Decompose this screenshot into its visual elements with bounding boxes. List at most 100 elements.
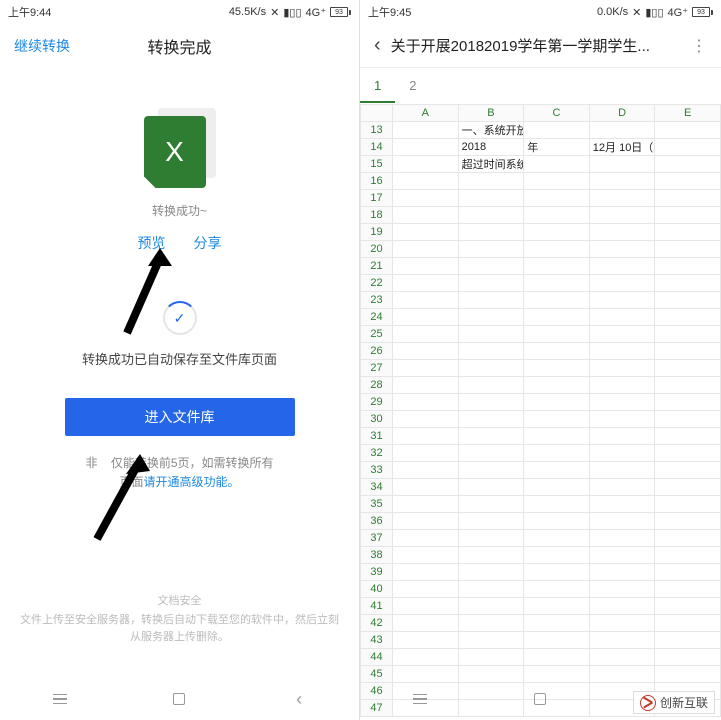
cell-C21[interactable] [524,258,590,275]
cell-D25[interactable] [589,326,655,343]
cell-A38[interactable] [393,547,459,564]
cell-A14[interactable] [393,139,459,156]
cell-A13[interactable] [393,122,459,139]
nav-home-icon[interactable] [532,691,548,707]
cell-D15[interactable] [589,156,655,173]
cell-C34[interactable] [524,479,590,496]
cell-A18[interactable] [393,207,459,224]
cell-B36[interactable] [458,513,524,530]
cell-E30[interactable] [655,411,721,428]
cell-D40[interactable] [589,581,655,598]
cell-E25[interactable] [655,326,721,343]
cell-B16[interactable] [458,173,524,190]
row-head-41[interactable]: 41 [361,598,393,615]
cell-D18[interactable] [589,207,655,224]
cell-B13[interactable]: 一、系统开放时间 [458,122,524,139]
cell-B29[interactable] [458,394,524,411]
sheet-tab-2[interactable]: 2 [395,70,430,103]
cell-D19[interactable] [589,224,655,241]
cell-D22[interactable] [589,275,655,292]
cell-C28[interactable] [524,377,590,394]
cell-C24[interactable] [524,309,590,326]
cell-C17[interactable] [524,190,590,207]
cell-C14[interactable]: 年 [524,139,590,156]
cell-C37[interactable] [524,530,590,547]
cell-E14[interactable] [655,139,721,156]
cell-A25[interactable] [393,326,459,343]
cell-D39[interactable] [589,564,655,581]
col-head-C[interactable]: C [524,105,590,122]
row-head-21[interactable]: 21 [361,258,393,275]
row-head-16[interactable]: 16 [361,173,393,190]
cell-E29[interactable] [655,394,721,411]
cell-E35[interactable] [655,496,721,513]
row-head-32[interactable]: 32 [361,445,393,462]
cell-D37[interactable] [589,530,655,547]
row-head-20[interactable]: 20 [361,241,393,258]
row-head-13[interactable]: 13 [361,122,393,139]
row-head-19[interactable]: 19 [361,224,393,241]
cell-A41[interactable] [393,598,459,615]
cell-E42[interactable] [655,615,721,632]
cell-A44[interactable] [393,649,459,666]
cell-A42[interactable] [393,615,459,632]
cell-D38[interactable] [589,547,655,564]
cell-B38[interactable] [458,547,524,564]
cell-E23[interactable] [655,292,721,309]
cell-C23[interactable] [524,292,590,309]
cell-E18[interactable] [655,207,721,224]
cell-A43[interactable] [393,632,459,649]
cell-E43[interactable] [655,632,721,649]
cell-E36[interactable] [655,513,721,530]
cell-A28[interactable] [393,377,459,394]
cell-A30[interactable] [393,411,459,428]
row-head-33[interactable]: 33 [361,462,393,479]
cell-C26[interactable] [524,343,590,360]
cell-C25[interactable] [524,326,590,343]
cell-D14[interactable]: 12月 10日（年 [589,139,655,156]
row-head-43[interactable]: 43 [361,632,393,649]
cell-C30[interactable] [524,411,590,428]
cell-A35[interactable] [393,496,459,513]
cell-B25[interactable] [458,326,524,343]
cell-B20[interactable] [458,241,524,258]
row-head-36[interactable]: 36 [361,513,393,530]
cell-B24[interactable] [458,309,524,326]
cell-D30[interactable] [589,411,655,428]
cell-A33[interactable] [393,462,459,479]
cell-E44[interactable] [655,649,721,666]
cell-C36[interactable] [524,513,590,530]
row-head-31[interactable]: 31 [361,428,393,445]
cell-C18[interactable] [524,207,590,224]
cell-B21[interactable] [458,258,524,275]
cell-E16[interactable] [655,173,721,190]
cell-A17[interactable] [393,190,459,207]
cell-B31[interactable] [458,428,524,445]
cell-C22[interactable] [524,275,590,292]
cell-C15[interactable] [524,156,590,173]
cell-B35[interactable] [458,496,524,513]
cell-C31[interactable] [524,428,590,445]
col-head-A[interactable]: A [393,105,459,122]
row-head-28[interactable]: 28 [361,377,393,394]
cell-C19[interactable] [524,224,590,241]
cell-A21[interactable] [393,258,459,275]
cell-E26[interactable] [655,343,721,360]
cell-B42[interactable] [458,615,524,632]
cell-D28[interactable] [589,377,655,394]
cell-E20[interactable] [655,241,721,258]
cell-B39[interactable] [458,564,524,581]
cell-B32[interactable] [458,445,524,462]
cell-A37[interactable] [393,530,459,547]
row-head-17[interactable]: 17 [361,190,393,207]
cell-B30[interactable] [458,411,524,428]
cell-E41[interactable] [655,598,721,615]
cell-B17[interactable] [458,190,524,207]
row-head-29[interactable]: 29 [361,394,393,411]
cell-D44[interactable] [589,649,655,666]
row-head-38[interactable]: 38 [361,547,393,564]
row-head-30[interactable]: 30 [361,411,393,428]
nav-home-icon[interactable] [171,691,187,707]
nav-back-icon[interactable]: ‹ [291,691,307,707]
cell-E13[interactable] [655,122,721,139]
